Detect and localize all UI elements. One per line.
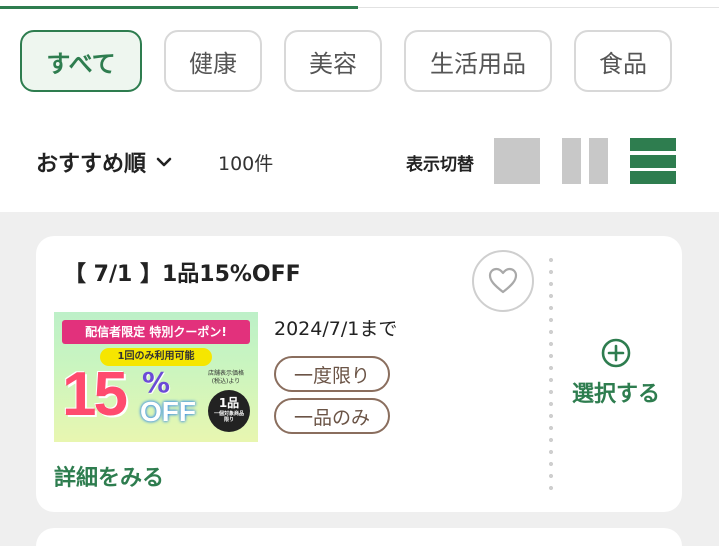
favorite-button[interactable] (472, 250, 534, 312)
active-tab-underline (0, 6, 358, 9)
result-count: 100件 (218, 153, 274, 175)
sort-dropdown-label: おすすめ順 (36, 152, 147, 177)
coupon-image-note: 店舗表示価格(税込)より (207, 370, 244, 385)
top-tab-indicator (0, 0, 719, 12)
coupon-image-badge-main: 1品 (218, 396, 240, 410)
list-icon[interactable] (630, 138, 676, 184)
sort-toolbar: おすすめ順 100件 表示切替 (0, 130, 719, 194)
coupon-image-off: OFF (140, 396, 196, 427)
perforation-divider (549, 254, 553, 494)
select-coupon-button[interactable]: 選択する (564, 338, 668, 414)
grid-large-icon[interactable] (494, 138, 540, 184)
category-chip-all[interactable]: すべて (20, 30, 142, 92)
plus-circle-icon (601, 338, 631, 368)
category-chip-health[interactable]: 健康 (164, 30, 262, 92)
coupon-tag: 一品のみ (274, 398, 391, 434)
sort-dropdown[interactable]: おすすめ順 (36, 146, 172, 178)
coupon-image: 配信者限定 特別クーポン! 1回のみ利用可能 15 % OFF 店舗表示価格(税… (54, 312, 258, 442)
coupon-card-next[interactable] (36, 528, 682, 546)
category-chip-household[interactable]: 生活用品 (404, 30, 552, 92)
chevron-down-icon (156, 157, 172, 167)
select-coupon-label: 選択する (571, 382, 660, 407)
coupon-image-badge: 1品 一個対象商品限り (208, 390, 250, 432)
tab-divider (358, 7, 719, 8)
category-chip-beauty[interactable]: 美容 (284, 30, 382, 92)
category-chips: すべて 健康 美容 生活用品 食品 (20, 30, 672, 92)
coupon-image-banner: 配信者限定 特別クーポン! (62, 320, 250, 344)
coupon-tag: 一度限り (274, 356, 391, 392)
coupon-title: 【 7/1 】1品15%OFF (64, 262, 301, 287)
heart-icon (488, 267, 518, 294)
category-chip-food[interactable]: 食品 (574, 30, 672, 92)
coupon-expiry: 2024/7/1まで (274, 318, 398, 340)
coupon-detail-link[interactable]: 詳細をみる (54, 460, 164, 492)
grid-two-column-icon[interactable] (562, 138, 608, 184)
view-toggle-label: 表示切替 (406, 155, 474, 175)
coupon-image-badge-sub: 一個対象商品限り (213, 411, 244, 423)
coupon-image-percent: % (142, 366, 171, 399)
coupon-image-number: 15 (62, 360, 128, 429)
